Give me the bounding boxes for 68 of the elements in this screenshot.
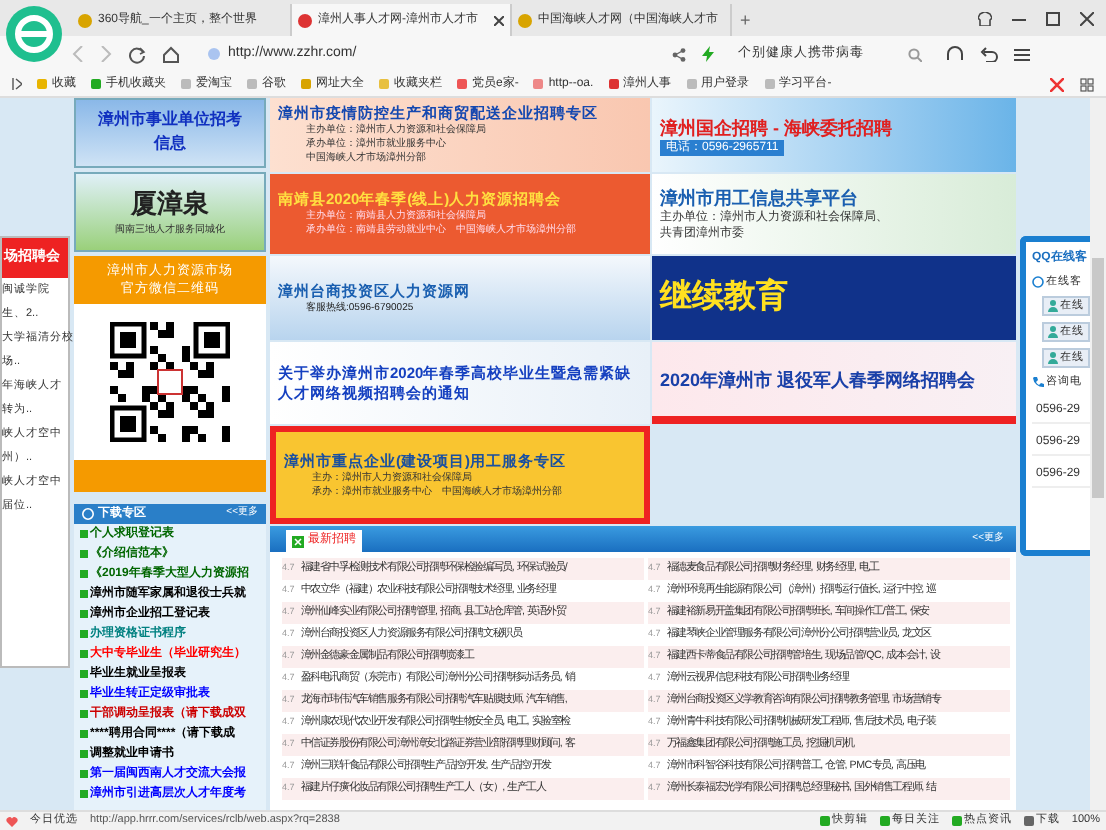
home-icon bbox=[162, 45, 180, 63]
reload-icon bbox=[128, 45, 146, 63]
bullet-icon bbox=[80, 610, 88, 618]
bookmark-icon bbox=[300, 78, 312, 90]
banner-title: 漳州国企招聘 - 海峡委托招聘 bbox=[660, 115, 894, 139]
banner-title: 厦漳泉 bbox=[131, 187, 209, 223]
close-icon bbox=[1080, 11, 1094, 25]
status-icon bbox=[879, 816, 890, 826]
scrollbar[interactable] bbox=[1090, 98, 1106, 810]
bullet-icon bbox=[80, 650, 88, 658]
side-banner[interactable]: 漳州市事业单位招考信息 bbox=[74, 98, 266, 168]
close-icon bbox=[494, 15, 504, 25]
back-icon bbox=[72, 46, 84, 62]
bullet-icon bbox=[80, 630, 88, 638]
bullet-icon bbox=[80, 750, 88, 758]
status-icon bbox=[1023, 816, 1034, 826]
menu-icon bbox=[1014, 47, 1030, 61]
chat-icon bbox=[1032, 276, 1044, 289]
bullet-icon bbox=[80, 730, 88, 738]
page-icon bbox=[518, 13, 532, 27]
banner-title: 2020年漳州市 退役军人春季网络招聘会 bbox=[660, 367, 978, 391]
sidebar-toggle-icon bbox=[12, 78, 22, 90]
bullet-icon bbox=[80, 770, 88, 778]
bookmark-icon bbox=[246, 78, 258, 90]
bookmark-icon bbox=[180, 78, 192, 90]
page-icon bbox=[298, 13, 312, 27]
qr-code bbox=[110, 322, 230, 442]
promo-banner[interactable]: 继续教育 bbox=[652, 256, 1016, 340]
status-icon bbox=[951, 816, 962, 826]
bookmark-icon bbox=[378, 78, 390, 90]
phone-icon bbox=[1032, 376, 1044, 389]
heart-icon bbox=[6, 815, 18, 827]
bullet-icon bbox=[80, 570, 88, 578]
document-icon bbox=[292, 535, 304, 547]
person-icon bbox=[1048, 326, 1058, 339]
banner-title: 漳州市用工信息共享平台 bbox=[660, 186, 860, 210]
search-icon bbox=[908, 47, 922, 61]
person-icon bbox=[1048, 352, 1058, 365]
bookmark-icon bbox=[36, 78, 48, 90]
promo-banner[interactable]: 2020年漳州市 退役军人春季网络招聘会 bbox=[652, 342, 1016, 424]
bookmark-icon bbox=[607, 78, 620, 90]
bookmark-icon bbox=[763, 78, 776, 90]
share-icon bbox=[672, 47, 686, 61]
maximize-icon bbox=[1046, 11, 1060, 25]
bullet-icon bbox=[80, 670, 88, 678]
bullet-icon bbox=[80, 590, 88, 598]
bookmark-icon bbox=[532, 78, 545, 90]
page-icon bbox=[78, 13, 92, 27]
globe-icon bbox=[82, 508, 94, 520]
bullet-icon bbox=[80, 710, 88, 718]
scrollbar-thumb[interactable] bbox=[1092, 258, 1104, 498]
bookmark-icon bbox=[90, 78, 102, 90]
person-icon bbox=[1048, 300, 1058, 313]
bookmark-icon bbox=[456, 78, 468, 90]
bookmark-icon bbox=[685, 78, 698, 90]
new-tab-button[interactable]: + bbox=[732, 4, 759, 36]
bullet-icon bbox=[80, 690, 88, 698]
banner-title: 继续教育 bbox=[660, 278, 790, 318]
lightning-icon bbox=[702, 46, 714, 62]
security-icon bbox=[208, 48, 220, 60]
close-icon bbox=[1050, 77, 1064, 91]
forward-icon bbox=[100, 46, 112, 62]
bullet-icon bbox=[80, 550, 88, 558]
undo-icon bbox=[980, 46, 998, 62]
bullet-icon bbox=[80, 530, 88, 538]
grid-icon bbox=[1080, 77, 1094, 91]
bullet-icon bbox=[80, 790, 88, 798]
status-icon bbox=[819, 816, 830, 826]
